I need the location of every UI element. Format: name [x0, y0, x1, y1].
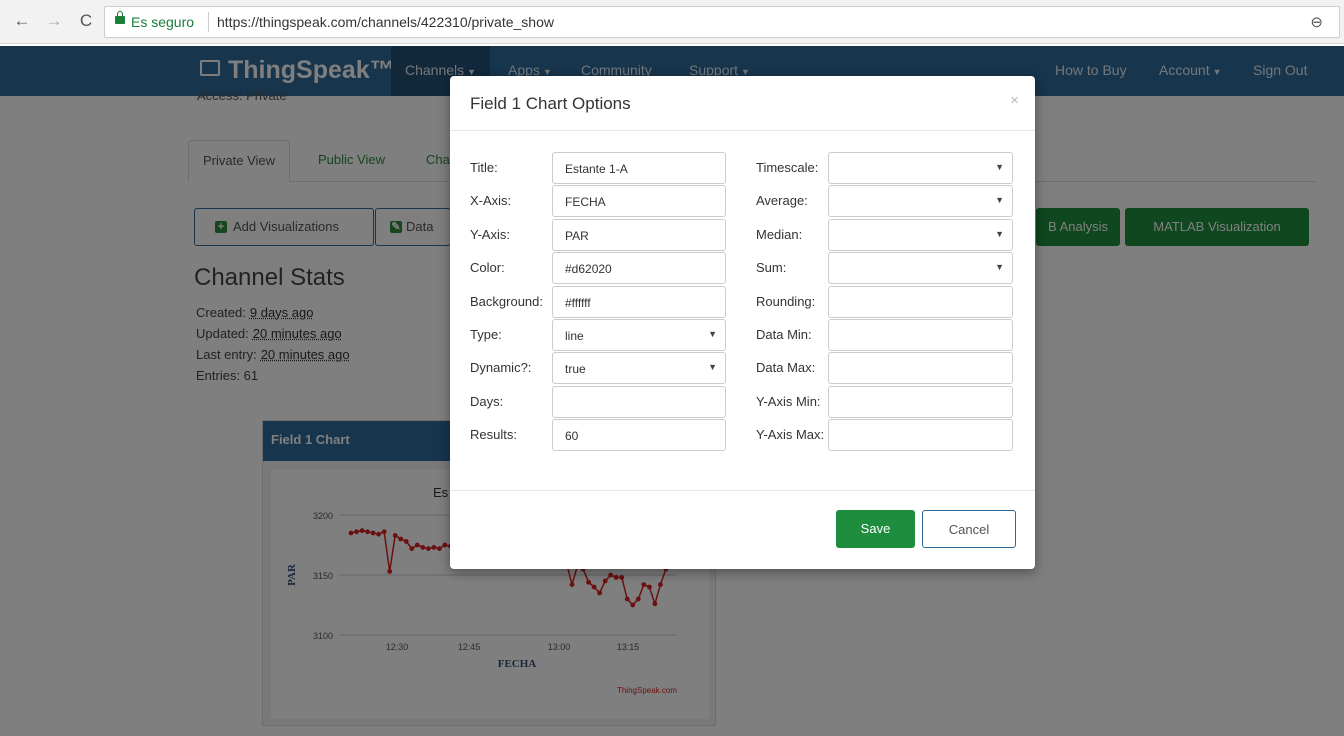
- secure-label: Es seguro: [131, 14, 195, 30]
- y-axis-value: PAR: [565, 228, 589, 243]
- dynamic-select[interactable]: true ▼: [552, 352, 726, 385]
- days-input[interactable]: [552, 385, 726, 418]
- cancel-button[interactable]: Cancel: [922, 510, 1016, 548]
- rounding-input[interactable]: [828, 285, 1013, 318]
- timescale-label: Timescale:: [756, 160, 819, 175]
- modal-title: Field 1 Chart Options: [470, 94, 631, 113]
- dropdown-arrow-icon: ▼: [995, 228, 1004, 239]
- y-axis-max-input[interactable]: [828, 419, 1013, 452]
- y-axis-min-input[interactable]: [828, 385, 1013, 418]
- background-input[interactable]: #ffffff: [552, 285, 726, 318]
- data-min-label: Data Min:: [756, 327, 812, 342]
- zoom-icon[interactable]: ⊖: [1310, 13, 1323, 31]
- dropdown-arrow-icon: ▼: [995, 195, 1004, 206]
- average-select[interactable]: ▼: [828, 185, 1013, 218]
- results-label: Results:: [470, 427, 517, 443]
- color-label: Color:: [470, 260, 505, 276]
- type-value: line: [565, 329, 584, 343]
- data-min-input[interactable]: [828, 319, 1013, 351]
- url-text[interactable]: https://thingspeak.com/channels/422310/p…: [217, 14, 554, 30]
- title-value: Estante 1-A: [565, 162, 628, 176]
- data-max-label: Data Max:: [756, 360, 816, 376]
- y-axis-max-label: Y-Axis Max:: [756, 427, 825, 443]
- title-input[interactable]: Estante 1-A: [552, 152, 726, 184]
- dynamic-value: true: [565, 362, 586, 377]
- x-axis-label: X-Axis:: [470, 193, 512, 209]
- close-icon[interactable]: ×: [1010, 92, 1019, 109]
- modal-footer-divider: [450, 490, 1035, 491]
- background-value: #ffffff: [565, 295, 591, 310]
- rounding-label: Rounding:: [756, 293, 816, 309]
- chart-options-modal: Field 1 Chart Options × Save Cancel Titl…: [450, 76, 1035, 569]
- color-input[interactable]: #d62020: [552, 252, 726, 285]
- browser-toolbar: ← → C Es seguro https://thingspeak.com/c…: [0, 0, 1344, 44]
- timescale-select[interactable]: ▼: [828, 152, 1013, 184]
- color-value: #d62020: [565, 262, 612, 277]
- dropdown-arrow-icon: ▼: [708, 362, 717, 373]
- x-axis-value: FECHA: [565, 195, 606, 210]
- x-axis-input[interactable]: FECHA: [552, 185, 726, 218]
- sum-label: Sum:: [756, 260, 787, 276]
- reload-icon[interactable]: C: [76, 11, 96, 31]
- y-axis-input[interactable]: PAR: [552, 218, 726, 251]
- type-label: Type:: [470, 327, 502, 342]
- type-select[interactable]: line ▼: [552, 319, 726, 351]
- lock-icon: [115, 11, 125, 24]
- days-label: Days:: [470, 393, 504, 409]
- save-button[interactable]: Save: [836, 510, 915, 548]
- forward-arrow-icon[interactable]: →: [44, 11, 64, 31]
- dropdown-arrow-icon: ▼: [708, 329, 717, 339]
- modal-header-divider: [450, 130, 1035, 131]
- dropdown-arrow-icon: ▼: [995, 162, 1004, 172]
- average-label: Average:: [756, 193, 808, 209]
- title-label: Title:: [470, 160, 498, 175]
- y-axis-label: Y-Axis:: [470, 226, 510, 242]
- address-separator: [208, 12, 209, 32]
- results-value: 60: [565, 429, 579, 444]
- data-max-input[interactable]: [828, 352, 1013, 385]
- background-label: Background:: [470, 293, 543, 309]
- dropdown-arrow-icon: ▼: [995, 262, 1004, 273]
- results-input[interactable]: 60: [552, 419, 726, 452]
- y-axis-min-label: Y-Axis Min:: [756, 393, 821, 409]
- median-select[interactable]: ▼: [828, 218, 1013, 251]
- address-bar[interactable]: Es seguro https://thingspeak.com/channel…: [104, 6, 1340, 38]
- back-arrow-icon[interactable]: ←: [12, 11, 32, 31]
- sum-select[interactable]: ▼: [828, 252, 1013, 285]
- median-label: Median:: [756, 226, 803, 242]
- dynamic-label: Dynamic?:: [470, 360, 532, 376]
